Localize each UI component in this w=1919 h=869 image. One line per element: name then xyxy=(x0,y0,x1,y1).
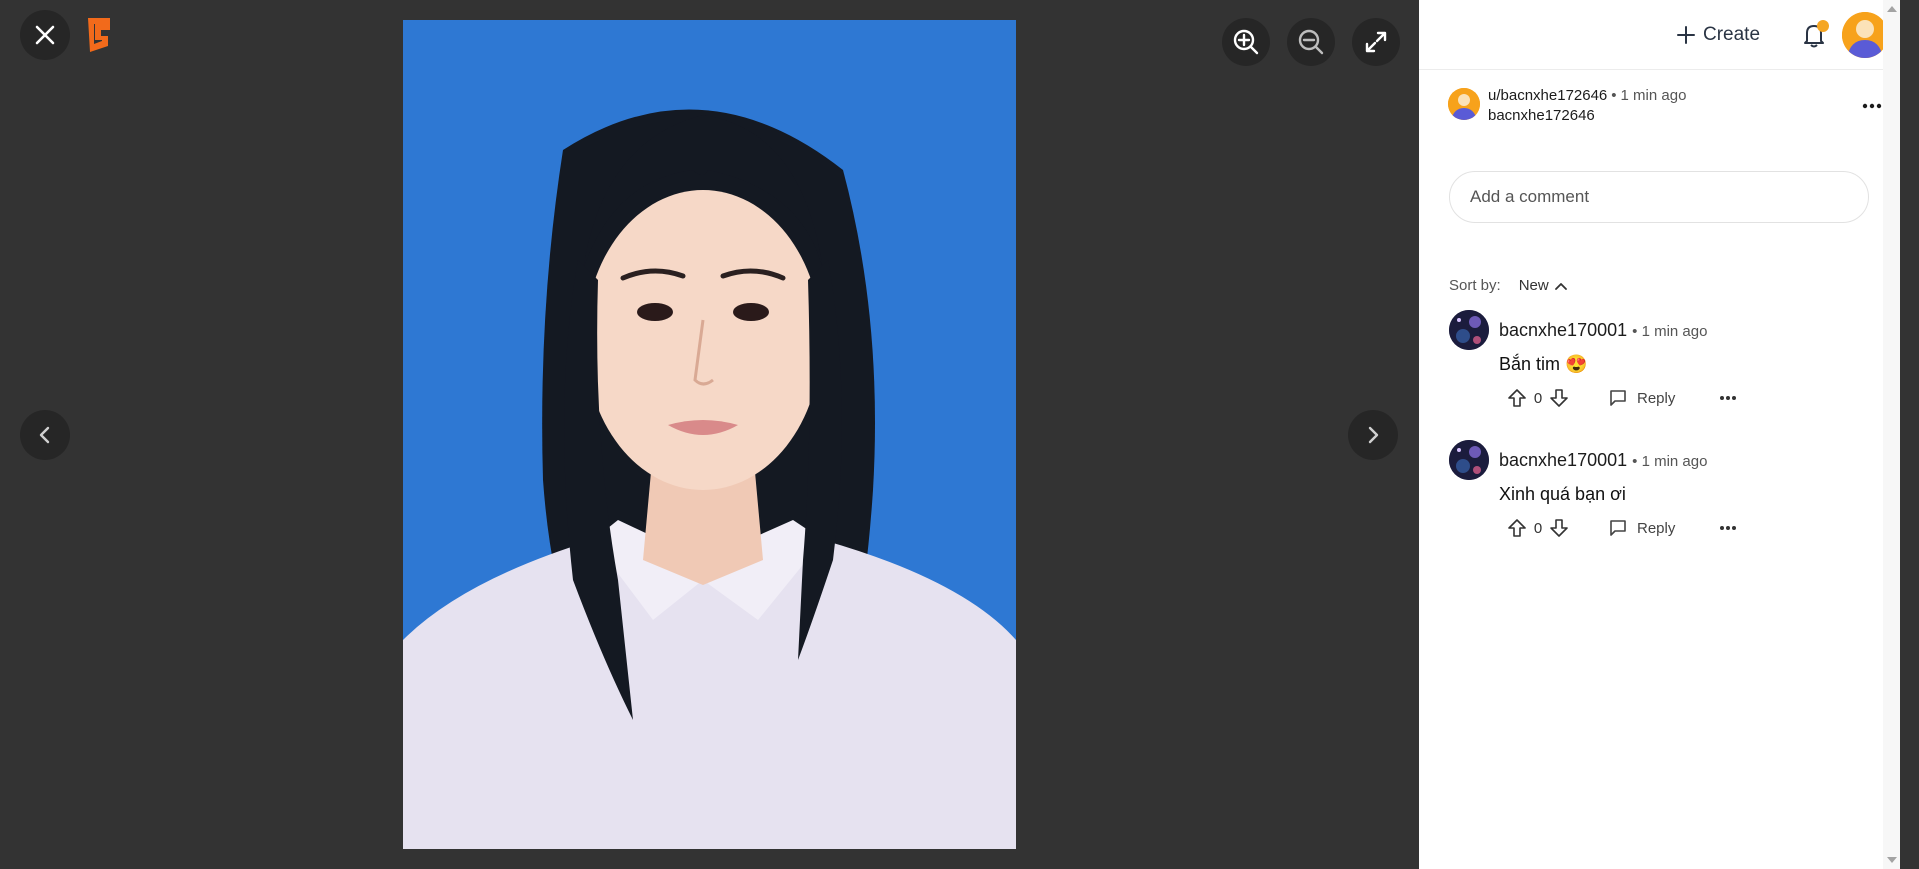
upvote-arrow-icon xyxy=(1508,389,1526,407)
post-author-avatar[interactable] xyxy=(1448,88,1480,120)
commenter-avatar[interactable] xyxy=(1449,440,1489,480)
close-button[interactable] xyxy=(20,10,70,60)
downvote-arrow-icon xyxy=(1550,519,1568,537)
comment-time: 1 min ago xyxy=(1641,323,1708,340)
zoom-out-button[interactable] xyxy=(1287,18,1335,66)
comment-header: bacnxhe170001 • 1 min ago xyxy=(1499,449,1707,473)
comment-text: Xinh quá bạn ơi xyxy=(1499,484,1626,504)
reply-label: Reply xyxy=(1637,519,1676,537)
sort-select[interactable]: New xyxy=(1519,277,1567,294)
comments-sidebar: Create u/bacnxhe172646 • 1 min ago bacnx… xyxy=(1419,0,1900,869)
create-label: Create xyxy=(1703,24,1761,45)
chevron-up-icon xyxy=(1554,282,1567,290)
previous-image-button[interactable] xyxy=(20,410,70,460)
comment-header: bacnxhe170001 • 1 min ago xyxy=(1499,319,1707,343)
commenter-avatar[interactable] xyxy=(1449,310,1489,350)
comment-time: 1 min ago xyxy=(1641,453,1708,470)
create-button[interactable]: Create xyxy=(1677,20,1760,50)
plus-icon xyxy=(1677,26,1695,44)
downvote-arrow-icon xyxy=(1550,389,1568,407)
post-image xyxy=(403,20,1016,849)
more-horizontal-icon xyxy=(1720,526,1737,530)
logo-icon[interactable] xyxy=(84,16,114,54)
comment-actions: 0 Reply xyxy=(1507,518,1737,538)
comment-author[interactable]: bacnxhe170001 xyxy=(1499,320,1627,340)
downvote-button[interactable] xyxy=(1549,388,1569,408)
upvote-arrow-icon xyxy=(1508,519,1526,537)
meta-separator: • xyxy=(1632,453,1642,470)
reply-label: Reply xyxy=(1637,389,1676,407)
comment-options-button[interactable] xyxy=(1719,395,1737,401)
sidebar-scrollbar[interactable] xyxy=(1883,0,1900,869)
meta-separator: • xyxy=(1611,87,1617,104)
post-author-name: bacnxhe172646 xyxy=(1488,107,1595,124)
speech-bubble-icon xyxy=(1610,520,1626,536)
upvote-button[interactable] xyxy=(1507,388,1527,408)
post-meta: u/bacnxhe172646 • 1 min ago bacnxhe172646 xyxy=(1488,86,1686,126)
zoom-in-icon xyxy=(1233,29,1259,55)
post-header: u/bacnxhe172646 • 1 min ago bacnxhe172646 xyxy=(1448,86,1882,126)
more-horizontal-icon xyxy=(1862,103,1882,109)
close-icon xyxy=(35,25,55,45)
post-author-link[interactable]: u/bacnxhe172646 xyxy=(1488,87,1607,104)
notification-badge xyxy=(1817,20,1829,32)
comment-text: Bắn tim 😍 xyxy=(1499,354,1588,374)
top-bar: Create xyxy=(1419,0,1900,70)
comment-options-button[interactable] xyxy=(1719,525,1737,531)
scroll-up-arrow[interactable] xyxy=(1887,6,1897,12)
notifications-button[interactable] xyxy=(1797,18,1831,52)
vote-count: 0 xyxy=(1533,519,1543,537)
comment-actions: 0 Reply xyxy=(1507,388,1737,408)
post-options-button[interactable] xyxy=(1860,94,1884,118)
sort-value: New xyxy=(1518,277,1549,294)
sort-control: Sort by: New xyxy=(1449,277,1567,294)
scroll-down-arrow[interactable] xyxy=(1887,857,1897,863)
comment-author[interactable]: bacnxhe170001 xyxy=(1499,450,1627,470)
user-avatar[interactable] xyxy=(1842,12,1888,58)
downvote-button[interactable] xyxy=(1549,518,1569,538)
next-image-button[interactable] xyxy=(1348,410,1398,460)
more-horizontal-icon xyxy=(1720,396,1737,400)
speech-bubble-icon xyxy=(1610,390,1626,406)
meta-separator: • xyxy=(1632,323,1642,340)
sort-label: Sort by: xyxy=(1449,277,1501,294)
chevron-left-icon xyxy=(39,426,50,444)
comment-input[interactable] xyxy=(1449,171,1869,223)
zoom-in-button[interactable] xyxy=(1222,18,1270,66)
image-viewer xyxy=(0,0,1419,869)
post-time: 1 min ago xyxy=(1620,87,1687,104)
zoom-out-icon xyxy=(1298,29,1324,55)
fullscreen-button[interactable] xyxy=(1352,18,1400,66)
vote-count: 0 xyxy=(1533,389,1543,407)
expand-icon xyxy=(1365,31,1387,53)
reply-button[interactable]: Reply xyxy=(1609,519,1675,537)
reply-button[interactable]: Reply xyxy=(1609,389,1675,407)
upvote-button[interactable] xyxy=(1507,518,1527,538)
chevron-right-icon xyxy=(1368,426,1379,444)
